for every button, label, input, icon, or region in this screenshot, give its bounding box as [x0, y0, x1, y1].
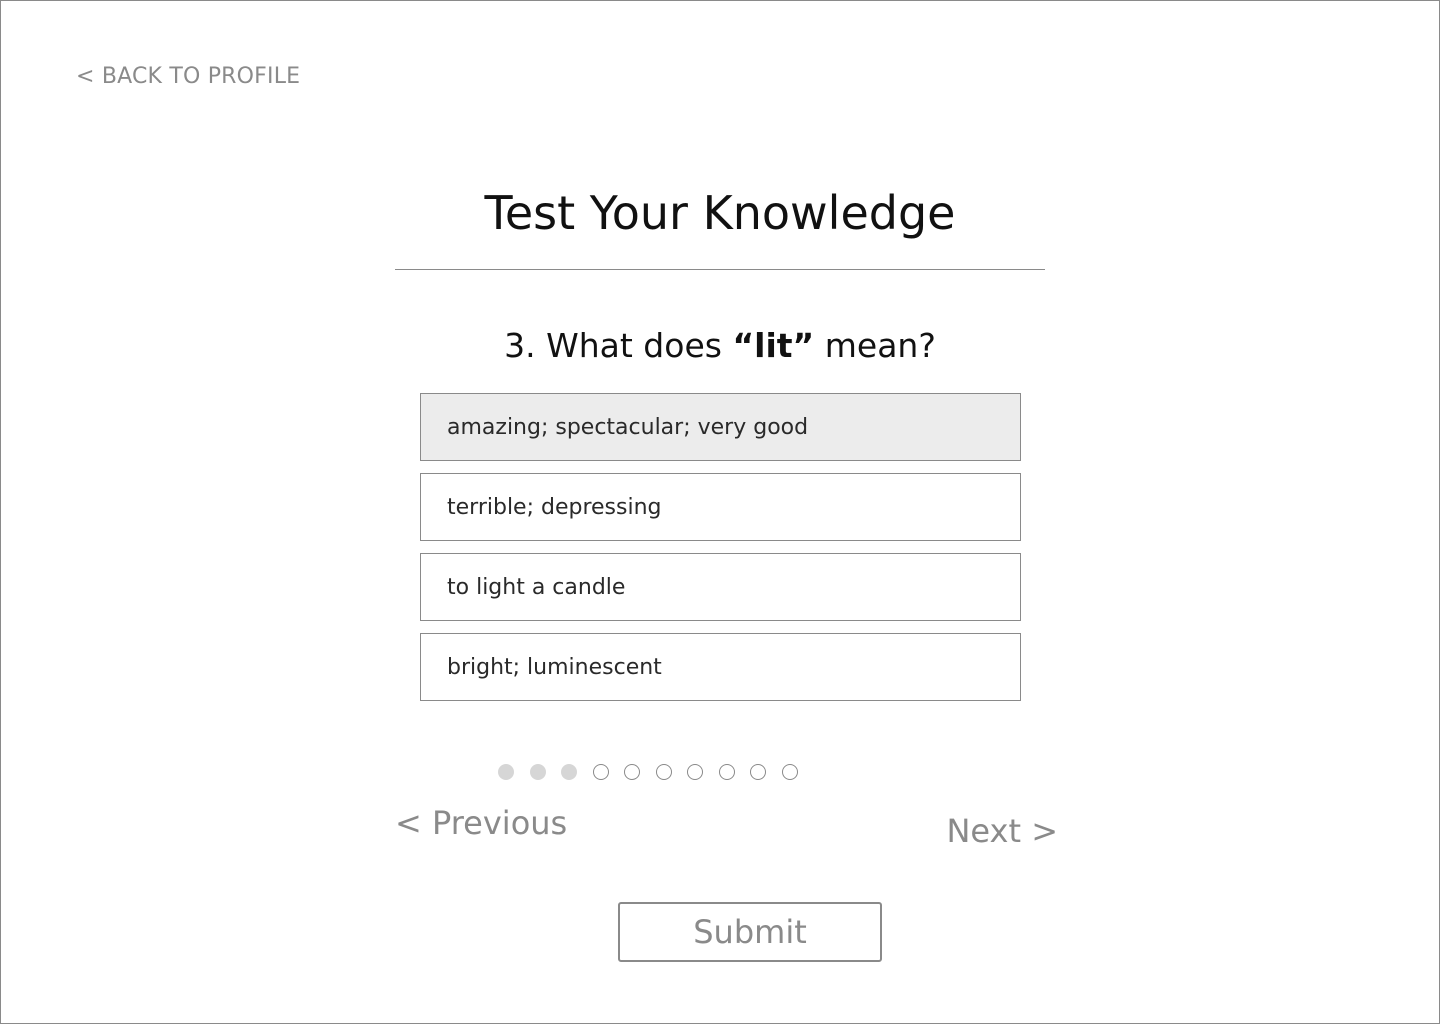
page-title: Test Your Knowledge [484, 186, 956, 240]
question-term: lit [754, 326, 793, 365]
progress-dot-7[interactable] [687, 764, 703, 780]
answer-option-1[interactable]: amazing; spectacular; very good [420, 393, 1021, 461]
previous-button[interactable]: < Previous [395, 804, 567, 842]
progress-dot-4[interactable] [592, 764, 609, 780]
progress-dot-6[interactable] [655, 764, 672, 780]
progress-dot-1[interactable] [498, 764, 514, 780]
answer-option-2[interactable]: terrible; depressing [420, 473, 1021, 541]
progress-dot-2[interactable] [529, 764, 546, 780]
progress-dot-3[interactable] [561, 764, 577, 780]
title-divider [395, 269, 1045, 270]
progress-dot-10[interactable] [781, 764, 798, 780]
progress-dot-5[interactable] [624, 764, 640, 780]
question-progress-dots [490, 764, 813, 780]
next-button[interactable]: Next > [946, 812, 1058, 850]
answer-option-label: amazing; spectacular; very good [447, 414, 809, 440]
answer-option-4[interactable]: bright; luminescent [420, 633, 1021, 701]
question-suffix: mean? [814, 326, 936, 365]
answer-option-label: terrible; depressing [447, 494, 662, 520]
question-term-close-quote: ” [792, 326, 815, 365]
answer-option-3[interactable]: to light a candle [420, 553, 1021, 621]
back-to-profile-link[interactable]: < BACK TO PROFILE [76, 64, 300, 89]
question-text: 3. What does “lit” mean? [395, 326, 1045, 365]
answer-list: amazing; spectacular; very good terrible… [420, 393, 1021, 713]
question-term-open-quote: “ [732, 326, 755, 365]
progress-dot-9[interactable] [750, 764, 766, 780]
answer-option-label: to light a candle [447, 574, 626, 600]
answer-option-label: bright; luminescent [447, 654, 662, 680]
progress-dot-8[interactable] [718, 764, 735, 780]
question-prefix: 3. What does [504, 326, 733, 365]
submit-button[interactable]: Submit [618, 902, 882, 962]
